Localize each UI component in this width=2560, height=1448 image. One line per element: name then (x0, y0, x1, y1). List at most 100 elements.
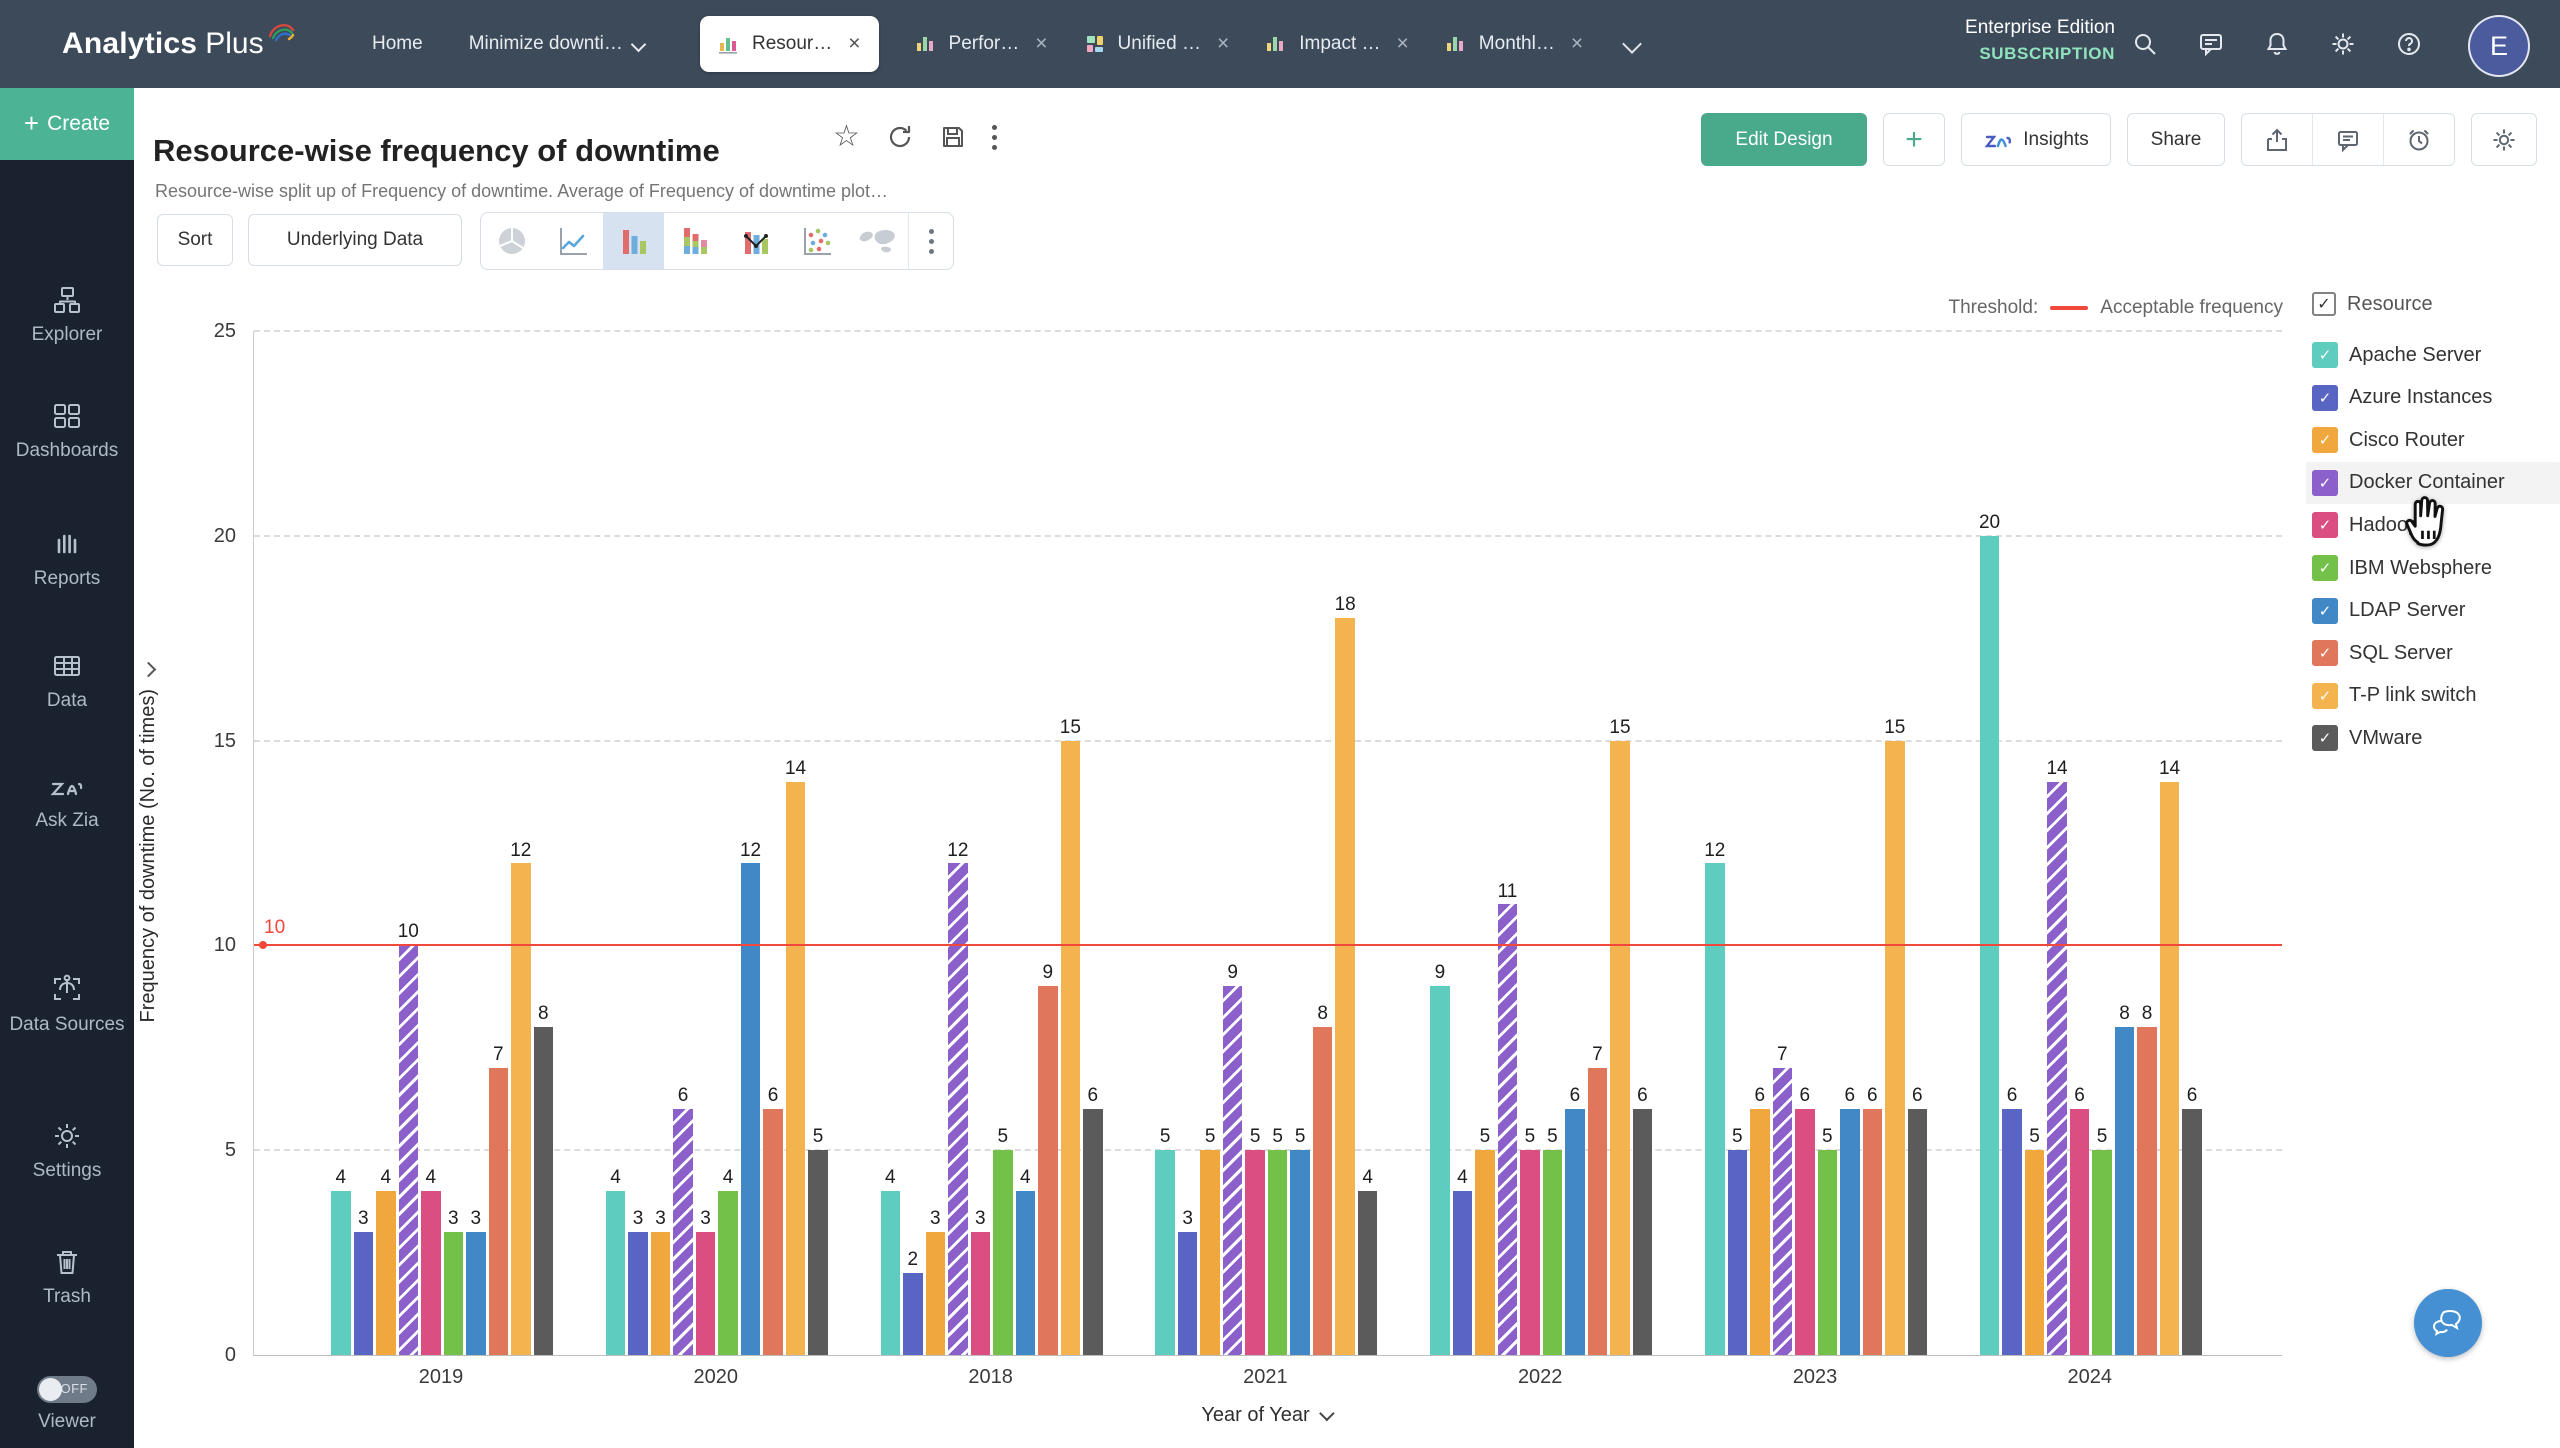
legend-checkbox-swatch[interactable] (2312, 427, 2338, 453)
tab-monthly[interactable]: Monthl… × (1445, 32, 1583, 56)
bar-docker-container[interactable] (948, 863, 968, 1355)
sidebar-item-settings[interactable]: Settings (0, 1120, 134, 1183)
bar-sql-server[interactable] (489, 1068, 509, 1355)
bar-vmware[interactable] (1908, 1109, 1928, 1355)
legend-checkbox-swatch[interactable] (2312, 598, 2338, 624)
insights-button[interactable]: Insights (1961, 113, 2111, 166)
comments-icon[interactable] (2312, 114, 2383, 165)
bar-t-p-link-switch[interactable] (511, 863, 531, 1355)
bar-apache-server[interactable] (1430, 986, 1450, 1355)
bar-docker-container[interactable] (1773, 1068, 1793, 1355)
bar-vmware[interactable] (2182, 1109, 2202, 1355)
legend-checkbox-swatch[interactable] (2312, 512, 2338, 538)
bar-ldap-server[interactable] (1290, 1150, 1310, 1355)
bar-cisco-router[interactable] (1200, 1150, 1220, 1355)
more-chart-types-icon[interactable] (909, 213, 953, 269)
legend-checkbox-swatch[interactable] (2312, 725, 2338, 751)
bar-azure-instances[interactable] (1728, 1150, 1748, 1355)
tab-impact[interactable]: Impact … × (1265, 32, 1409, 56)
bar-azure-instances[interactable] (2002, 1109, 2022, 1355)
bar-docker-container[interactable] (673, 1109, 693, 1355)
underlying-data-button[interactable]: Underlying Data (248, 214, 462, 266)
bar-docker-container[interactable] (1223, 986, 1243, 1355)
bar-ibm-websphere[interactable] (1268, 1150, 1288, 1355)
bar-azure-instances[interactable] (1453, 1191, 1473, 1355)
map-chart-icon[interactable] (847, 213, 908, 269)
legend-checkbox-swatch[interactable] (2312, 342, 2338, 368)
app-logo[interactable]: Analytics Plus (62, 0, 296, 88)
legend-item[interactable]: Cisco Router (2306, 419, 2560, 461)
legend-item[interactable]: Apache Server (2306, 334, 2560, 376)
bar-hadoop[interactable] (421, 1191, 441, 1355)
legend-item[interactable]: T-P link switch (2306, 675, 2560, 717)
bar-hadoop[interactable] (1795, 1109, 1815, 1355)
bar-ldap-server[interactable] (2115, 1027, 2135, 1355)
bar-ldap-server[interactable] (741, 863, 761, 1355)
stacked-bar-icon[interactable] (664, 213, 725, 269)
tab-unified[interactable]: Unified … × (1084, 32, 1230, 56)
bar-sql-server[interactable] (2137, 1027, 2157, 1355)
bar-chart-icon-selected[interactable] (603, 213, 664, 269)
bar-t-p-link-switch[interactable] (1610, 741, 1630, 1355)
feedback-icon[interactable] (2198, 31, 2224, 57)
legend-item[interactable]: LDAP Server (2306, 590, 2560, 632)
tab-performance[interactable]: Perfor… × (915, 32, 1048, 56)
bar-ibm-websphere[interactable] (2092, 1150, 2112, 1355)
sidebar-item-trash[interactable]: Trash (0, 1246, 134, 1309)
legend-checkbox-swatch[interactable] (2312, 555, 2338, 581)
bar-hadoop[interactable] (971, 1232, 991, 1355)
bar-ibm-websphere[interactable] (993, 1150, 1013, 1355)
support-chat-button[interactable] (2414, 1289, 2482, 1357)
bar-apache-server[interactable] (1705, 863, 1725, 1355)
schedule-alarm-icon[interactable] (2383, 114, 2454, 165)
bar-docker-container[interactable] (2047, 782, 2067, 1355)
legend-checkbox-swatch[interactable] (2312, 683, 2338, 709)
bar-ibm-websphere[interactable] (1543, 1150, 1563, 1355)
bar-sql-server[interactable] (1313, 1027, 1333, 1355)
axis-expand-chevron-icon[interactable] (140, 661, 156, 677)
bar-t-p-link-switch[interactable] (1885, 741, 1905, 1355)
bar-t-p-link-switch[interactable] (2160, 782, 2180, 1355)
bar-hadoop[interactable] (1245, 1150, 1265, 1355)
title-more-menu-icon[interactable] (992, 125, 997, 150)
add-button[interactable]: + (1883, 113, 1945, 166)
select-all-checkbox[interactable] (2312, 292, 2336, 316)
bar-hadoop[interactable] (2070, 1109, 2090, 1355)
bar-ibm-websphere[interactable] (718, 1191, 738, 1355)
bar-vmware[interactable] (808, 1150, 828, 1355)
bar-vmware[interactable] (1083, 1109, 1103, 1355)
bar-cisco-router[interactable] (1475, 1150, 1495, 1355)
bar-t-p-link-switch[interactable] (786, 782, 806, 1355)
bar-vmware[interactable] (1358, 1191, 1378, 1355)
legend-item[interactable]: Azure Instances (2306, 377, 2560, 419)
bar-azure-instances[interactable] (1178, 1232, 1198, 1355)
bar-cisco-router[interactable] (651, 1232, 671, 1355)
scatter-chart-icon[interactable] (786, 213, 847, 269)
bar-ldap-server[interactable] (1840, 1109, 1860, 1355)
tab-resource-wise[interactable]: Resour… × (700, 16, 879, 72)
nav-workspace-dropdown[interactable]: Minimize downti… (469, 33, 644, 55)
bar-cisco-router[interactable] (376, 1191, 396, 1355)
export-icon[interactable] (2242, 114, 2312, 165)
viewer-toggle[interactable]: OFF (37, 1376, 97, 1403)
more-tabs-chevron-icon[interactable] (1622, 34, 1642, 54)
user-avatar[interactable]: E (2468, 15, 2530, 77)
bar-ldap-server[interactable] (466, 1232, 486, 1355)
sort-button[interactable]: Sort (157, 214, 233, 266)
bar-ldap-server[interactable] (1565, 1109, 1585, 1355)
bar-azure-instances[interactable] (628, 1232, 648, 1355)
bar-vmware[interactable] (1633, 1109, 1653, 1355)
notifications-bell-icon[interactable] (2264, 31, 2290, 57)
bar-azure-instances[interactable] (354, 1232, 374, 1355)
settings-gear-icon[interactable] (2330, 31, 2356, 57)
bar-ibm-websphere[interactable] (444, 1232, 464, 1355)
legend-item[interactable]: SQL Server (2306, 632, 2560, 674)
help-icon[interactable] (2396, 31, 2422, 57)
bar-cisco-router[interactable] (2025, 1150, 2045, 1355)
bar-apache-server[interactable] (331, 1191, 351, 1355)
favorite-star-icon[interactable]: ☆ (833, 122, 860, 152)
save-icon[interactable] (940, 124, 966, 150)
legend-checkbox-swatch[interactable] (2312, 385, 2338, 411)
bar-azure-instances[interactable] (903, 1273, 923, 1355)
bar-sql-server[interactable] (1038, 986, 1058, 1355)
